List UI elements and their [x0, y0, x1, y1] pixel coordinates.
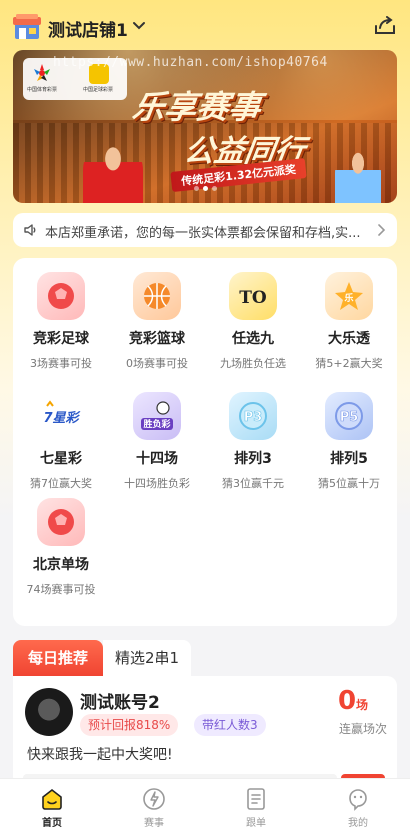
lottery-name: 竞彩篮球: [129, 331, 185, 347]
lottery-name: 竞彩足球: [33, 331, 89, 347]
pai-lie-3-icon: P3: [229, 392, 277, 440]
win-streak-label: 连赢场次: [338, 722, 387, 736]
lottery-name: 排列3: [234, 451, 272, 467]
slogan-text: 快来跟我一起中大奖吧!: [27, 747, 173, 763]
win-streak: 0场: [323, 686, 383, 716]
notice-bar[interactable]: 本店郑重承诺，您的每一张实体票都会保留和存档,实...: [13, 213, 397, 247]
qi-xing-cai-icon: 7星彩: [37, 392, 85, 440]
lottery-name: 七星彩: [40, 451, 82, 467]
nav-label: 我的: [348, 818, 368, 828]
nav-profile[interactable]: 我的: [328, 783, 388, 828]
tab-selected-parlay[interactable]: 精选2串1: [103, 640, 191, 676]
carousel-dot[interactable]: [193, 186, 199, 191]
lottery-desc: 十四场胜负彩: [124, 477, 190, 490]
nav-label: 赛事: [144, 818, 164, 828]
carousel-dots: [13, 176, 397, 195]
logo-caption-left: 中国体育彩票: [27, 87, 58, 93]
lottery-desc: 猜5+2赢大奖: [315, 357, 383, 370]
chevron-down-icon[interactable]: [132, 19, 146, 33]
sheng-fu-cai-icon-text: 胜负彩: [142, 418, 170, 430]
nav-label: 首页: [42, 818, 62, 828]
lottery-item[interactable]: P5 排列5 猜5位赢十万: [301, 378, 397, 490]
home-icon: [42, 788, 62, 810]
lottery-item[interactable]: 北京单场 74场赛事可投: [13, 484, 109, 596]
lottery-item[interactable]: 竞彩篮球 0场赛事可投: [109, 258, 205, 370]
qi-xing-cai-icon-text: 7星彩: [43, 410, 80, 426]
logo-caption-right: 中国足球彩票: [83, 87, 114, 93]
chevron-right-icon: [378, 224, 386, 236]
lottery-item[interactable]: 胜负彩 十四场 十四场胜负彩: [109, 378, 205, 490]
watermark-text: https://www.huzhan.com/ishop40764: [53, 55, 328, 70]
nav-label: 跟单: [246, 818, 266, 828]
lottery-desc: 74场赛事可投: [26, 583, 96, 596]
lottery-desc: 3场赛事可投: [30, 357, 92, 370]
document-icon: [247, 788, 265, 810]
ren-xuan-jiu-icon-text: TO: [239, 288, 267, 308]
win-streak-value: 0: [337, 686, 357, 716]
promo-banner[interactable]: 中国体育彩票 中国足球彩票 https://www.huzhan.com/ish…: [13, 50, 397, 203]
lottery-desc: 猜3位赢千元: [222, 477, 284, 490]
lottery-name: 十四场: [136, 451, 178, 467]
banner-headline-1: 乐享赛事: [130, 88, 264, 126]
football-icon: [37, 272, 85, 320]
pai-lie-3-icon-text: P3: [244, 410, 263, 425]
lottery-grid: 竞彩足球 3场赛事可投 竞彩篮球 0场赛事可投 TO 任选九 九场胜负任选 乐 …: [13, 258, 397, 626]
username: 测试账号2: [80, 693, 160, 713]
carousel-dot-active[interactable]: [202, 186, 208, 191]
da-le-tou-icon: 乐: [325, 272, 373, 320]
da-le-tou-icon-text: 乐: [344, 292, 353, 304]
lottery-item[interactable]: P3 排列3 猜3位赢千元: [205, 378, 301, 490]
sheng-fu-cai-icon: 胜负彩: [133, 392, 181, 440]
lottery-item[interactable]: 7星彩 七星彩 猜7位赢大奖: [13, 378, 109, 490]
lottery-desc: 猜5位赢十万: [318, 477, 380, 490]
lottery-name: 排列5: [330, 451, 368, 467]
lottery-name: 大乐透: [328, 331, 370, 347]
speaker-icon: [24, 224, 36, 236]
basketball-icon: [133, 272, 181, 320]
return-badge: 预计回报818%: [80, 714, 179, 736]
lottery-name: 北京单场: [33, 557, 89, 573]
profile-icon: [349, 789, 367, 811]
match-icon: [143, 788, 165, 810]
lottery-desc: 九场胜负任选: [220, 357, 286, 370]
recommend-card[interactable]: 测试账号2 预计回报818% 带红人数3 0场 连赢场次 快来跟我一起中大奖吧!: [13, 676, 397, 786]
nav-follow[interactable]: 跟单: [226, 783, 286, 828]
pai-lie-5-icon-text: P5: [340, 410, 359, 425]
lottery-name: 任选九: [232, 331, 274, 347]
notice-text: 本店郑重承诺，您的每一张实体票都会保留和存档,实...: [45, 226, 361, 241]
avatar[interactable]: [25, 688, 73, 736]
nav-home[interactable]: 首页: [22, 783, 82, 828]
football-icon: [37, 498, 85, 546]
shop-name[interactable]: 测试店铺1: [48, 16, 128, 41]
nav-match[interactable]: 赛事: [124, 783, 184, 828]
shop-icon: [13, 14, 41, 39]
lottery-item[interactable]: 竞彩足球 3场赛事可投: [13, 258, 109, 370]
sports-lottery-logo: [34, 64, 50, 81]
win-streak-unit: 场: [356, 698, 369, 712]
followers-badge: 带红人数3: [194, 714, 266, 736]
lottery-item[interactable]: TO 任选九 九场胜负任选: [205, 258, 301, 370]
share-icon[interactable]: [374, 16, 396, 36]
bottom-nav: 首页 赛事 跟单 我的: [0, 778, 410, 828]
lottery-desc: 0场赛事可投: [126, 357, 188, 370]
tab-daily-recommend[interactable]: 每日推荐: [13, 640, 103, 676]
header: 测试店铺1: [0, 0, 410, 50]
ren-xuan-jiu-icon: TO: [229, 272, 277, 320]
lottery-item[interactable]: 乐 大乐透 猜5+2赢大奖: [301, 258, 397, 370]
pai-lie-5-icon: P5: [325, 392, 373, 440]
carousel-dot[interactable]: [211, 186, 217, 191]
